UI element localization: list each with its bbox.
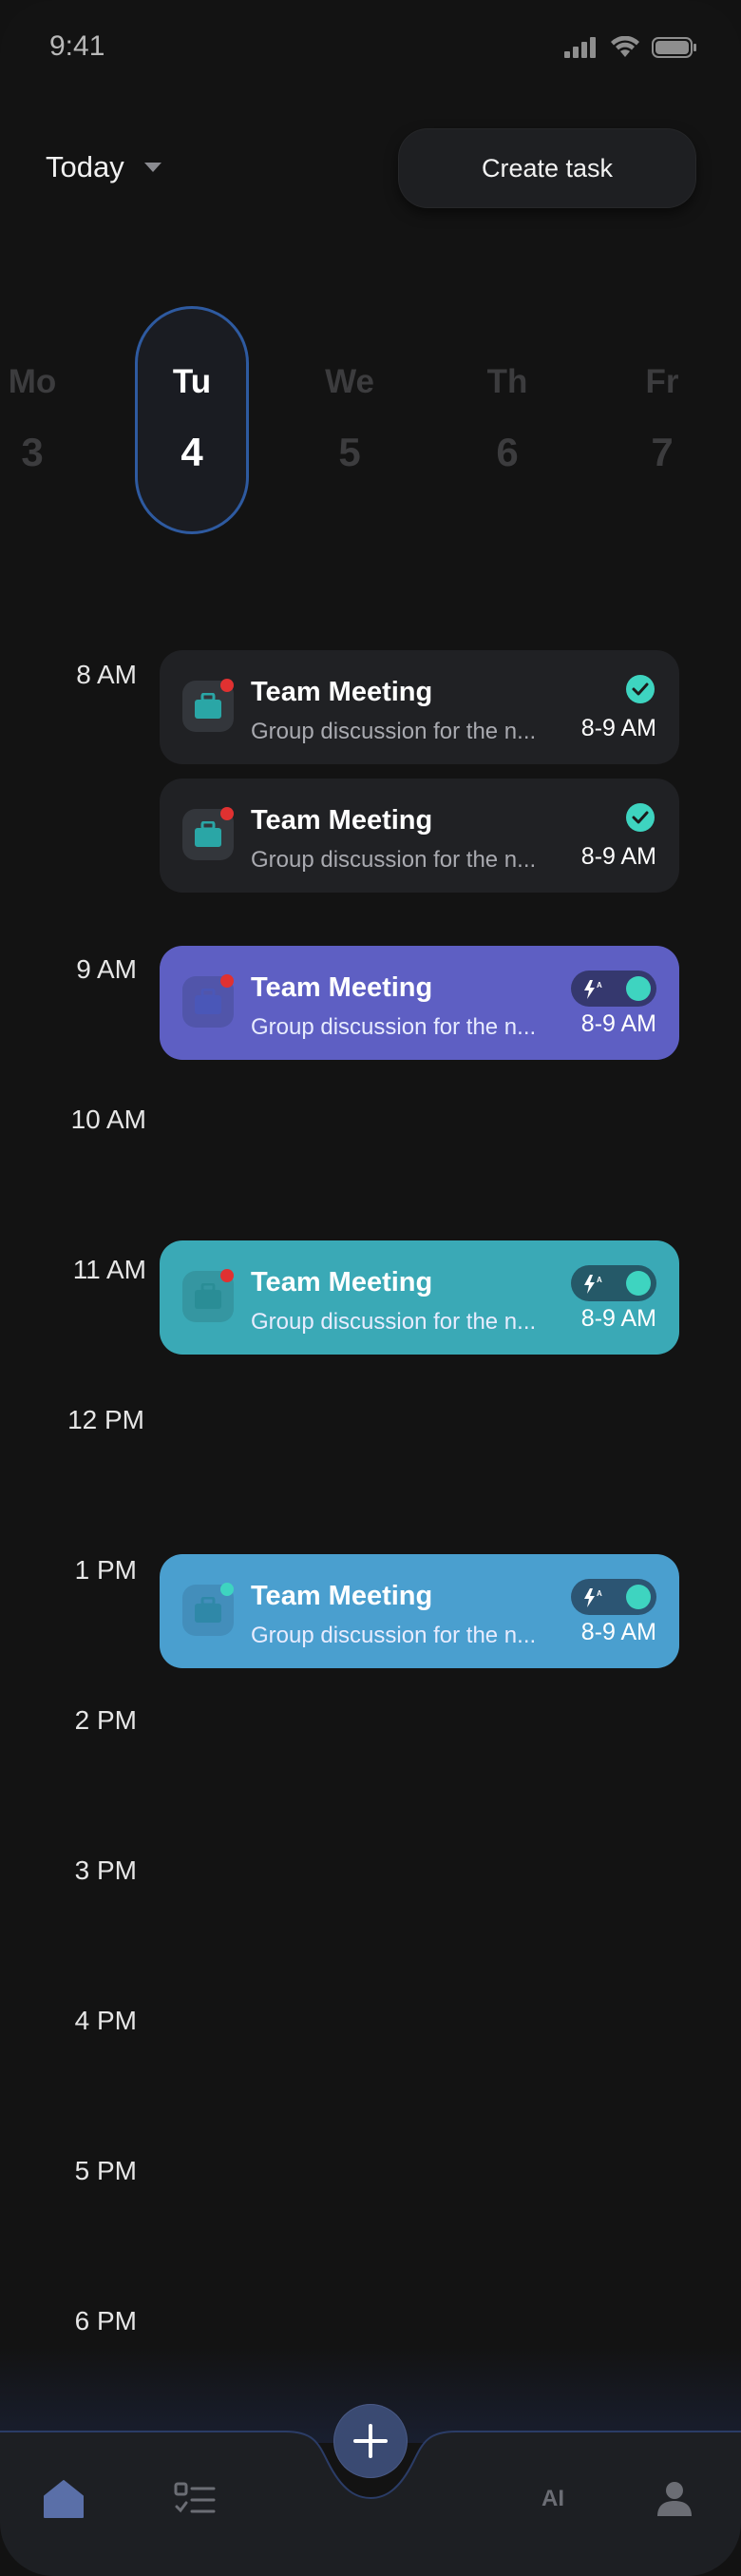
day-date: 3 xyxy=(21,430,44,474)
svg-text:A: A xyxy=(597,1276,602,1284)
nav-ai[interactable]: AI xyxy=(529,2475,577,2523)
plus-icon xyxy=(353,2424,388,2458)
status-dot xyxy=(220,1583,234,1596)
create-task-button[interactable]: Create task xyxy=(399,129,695,207)
alert-dot xyxy=(220,974,234,988)
nav-tasks[interactable] xyxy=(171,2475,218,2523)
day-monday[interactable]: Mo 3 xyxy=(0,306,89,534)
day-date: 4 xyxy=(180,430,203,474)
task-description: Group discussion for the n... xyxy=(251,1014,537,1040)
svg-text:A: A xyxy=(597,981,602,990)
task-title: Team Meeting xyxy=(251,677,433,707)
task-description: Group discussion for the n... xyxy=(251,719,537,744)
alert-dot xyxy=(220,807,234,820)
hour-label: 11 AM xyxy=(72,1255,146,1284)
battery-icon xyxy=(652,37,696,58)
task-card[interactable]: Team Meeting Group discussion for the n.… xyxy=(160,779,679,893)
hour-label: 5 PM xyxy=(74,2156,137,2185)
status-time: 9:41 xyxy=(49,30,105,62)
flash-auto-icon: A xyxy=(584,1275,602,1294)
task-card[interactable]: Team Meeting Group discussion for the n.… xyxy=(160,1240,679,1355)
flash-auto-icon: A xyxy=(584,980,602,999)
task-card[interactable]: Team Meeting Group discussion for the n.… xyxy=(160,650,679,764)
day-friday[interactable]: Fr 7 xyxy=(605,306,719,534)
toggle-knob xyxy=(626,1585,651,1609)
alert-dot xyxy=(220,1269,234,1282)
task-title: Team Meeting xyxy=(251,1581,433,1611)
status-icons xyxy=(564,36,697,59)
task-title: Team Meeting xyxy=(251,1267,433,1298)
day-wednesday[interactable]: We 5 xyxy=(293,306,407,534)
day-name: We xyxy=(325,363,374,400)
task-card[interactable]: Team Meeting Group discussion for the n.… xyxy=(160,1554,679,1668)
hour-label: 2 PM xyxy=(74,1705,137,1735)
hour-label: 3 PM xyxy=(74,1855,137,1885)
task-time: 8-9 AM xyxy=(580,1010,656,1037)
auto-toggle[interactable]: A xyxy=(571,1265,656,1301)
task-description: Group discussion for the n... xyxy=(251,1623,537,1648)
checkmark-icon[interactable] xyxy=(626,803,655,832)
wifi-icon xyxy=(611,36,639,57)
flash-auto-icon: A xyxy=(584,1588,602,1607)
hour-label: 1 PM xyxy=(74,1555,137,1585)
task-time: 8-9 AM xyxy=(580,1619,656,1645)
hour-label: 6 PM xyxy=(74,2306,137,2336)
hour-label: 12 PM xyxy=(67,1405,144,1434)
hour-label: 10 AM xyxy=(70,1105,146,1134)
nav-home[interactable] xyxy=(40,2475,87,2523)
hour-label: 4 PM xyxy=(74,2006,137,2035)
alert-dot xyxy=(220,679,234,692)
task-time: 8-9 AM xyxy=(580,843,656,870)
app-screen: 9:41 Today Create task Mo 3 Tu 4 We 5 Th… xyxy=(0,0,741,2576)
auto-toggle[interactable]: A xyxy=(571,971,656,1007)
hour-label: 9 AM xyxy=(76,954,137,984)
toggle-knob xyxy=(626,1271,651,1296)
day-name: Fr xyxy=(645,363,679,400)
svg-text:A: A xyxy=(597,1589,602,1598)
day-date: 7 xyxy=(651,430,674,474)
checkmark-icon[interactable] xyxy=(626,675,655,703)
profile-icon xyxy=(657,2482,692,2516)
task-description: Group discussion for the n... xyxy=(251,847,537,873)
task-description: Group discussion for the n... xyxy=(251,1309,537,1335)
toggle-knob xyxy=(626,976,651,1001)
day-name: Th xyxy=(486,363,528,400)
task-title: Team Meeting xyxy=(251,972,433,1003)
task-card[interactable]: Team Meeting Group discussion for the n.… xyxy=(160,946,679,1060)
home-icon xyxy=(44,2480,84,2518)
task-time: 8-9 AM xyxy=(580,715,656,741)
nav-profile[interactable] xyxy=(651,2475,698,2523)
chevron-down-icon xyxy=(143,163,162,172)
hour-label: 8 AM xyxy=(76,660,137,689)
signal-icon xyxy=(564,37,596,58)
date-filter-dropdown[interactable]: Today xyxy=(46,150,162,184)
today-label: Today xyxy=(46,150,124,183)
tasks-icon xyxy=(174,2482,216,2513)
day-date: 5 xyxy=(338,430,361,474)
day-name: Mo xyxy=(8,363,57,400)
add-task-fab[interactable] xyxy=(334,2405,407,2477)
day-date: 6 xyxy=(496,430,519,474)
day-tuesday-selected[interactable]: Tu 4 xyxy=(135,306,249,534)
task-time: 8-9 AM xyxy=(580,1305,656,1332)
day-name: Tu xyxy=(172,363,212,400)
day-thursday[interactable]: Th 6 xyxy=(450,306,564,534)
task-title: Team Meeting xyxy=(251,805,433,836)
auto-toggle[interactable]: A xyxy=(571,1579,656,1615)
status-bar: 9:41 xyxy=(0,0,741,95)
